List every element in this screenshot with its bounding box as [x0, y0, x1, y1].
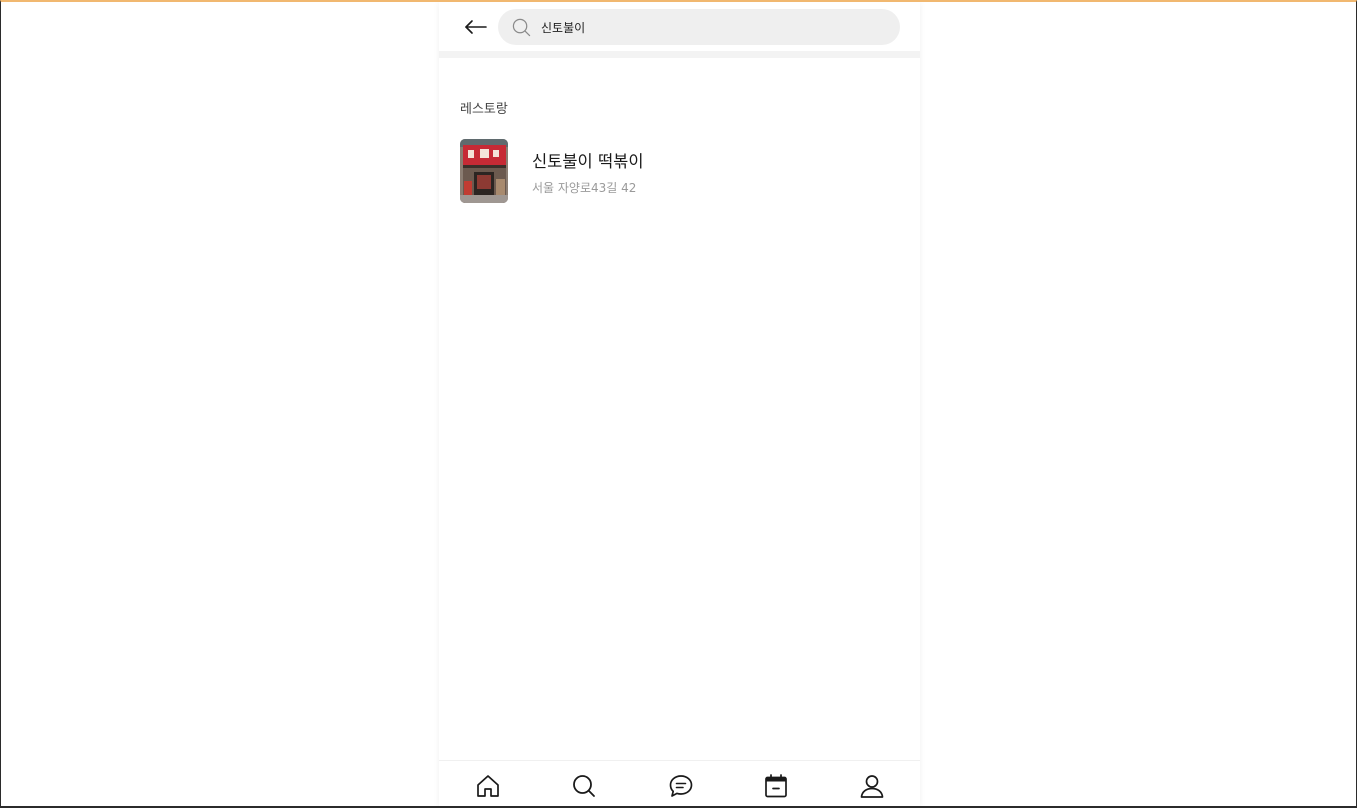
restaurant-result-item[interactable]: 신토불이 떡볶이 서울 자양로43길 42 — [460, 139, 900, 205]
nav-search[interactable] — [569, 771, 599, 801]
header-divider — [439, 51, 920, 58]
search-header — [439, 2, 920, 50]
bottom-navigation — [439, 760, 920, 806]
mobile-app-frame: 레스토랑 신토불이 떡볶이 — [439, 2, 920, 806]
back-button[interactable] — [461, 12, 491, 42]
profile-icon — [860, 775, 884, 798]
home-icon — [477, 775, 499, 797]
nav-chat[interactable] — [666, 771, 696, 801]
restaurant-name: 신토불이 떡볶이 — [532, 152, 644, 171]
arrow-left-icon — [465, 20, 487, 34]
search-icon — [512, 18, 531, 37]
chat-icon — [669, 775, 693, 797]
browser-viewport: 레스토랑 신토불이 떡볶이 — [0, 0, 1357, 808]
section-title: 레스토랑 — [460, 102, 508, 117]
search-icon — [573, 775, 595, 797]
search-input[interactable] — [541, 14, 881, 40]
nav-profile[interactable] — [857, 771, 887, 801]
nav-home[interactable] — [473, 771, 503, 801]
restaurant-thumbnail — [460, 139, 508, 203]
restaurant-address: 서울 자양로43길 42 — [532, 181, 637, 195]
nav-calendar[interactable] — [761, 771, 791, 801]
calendar-icon — [765, 774, 787, 798]
search-box[interactable] — [498, 9, 900, 45]
